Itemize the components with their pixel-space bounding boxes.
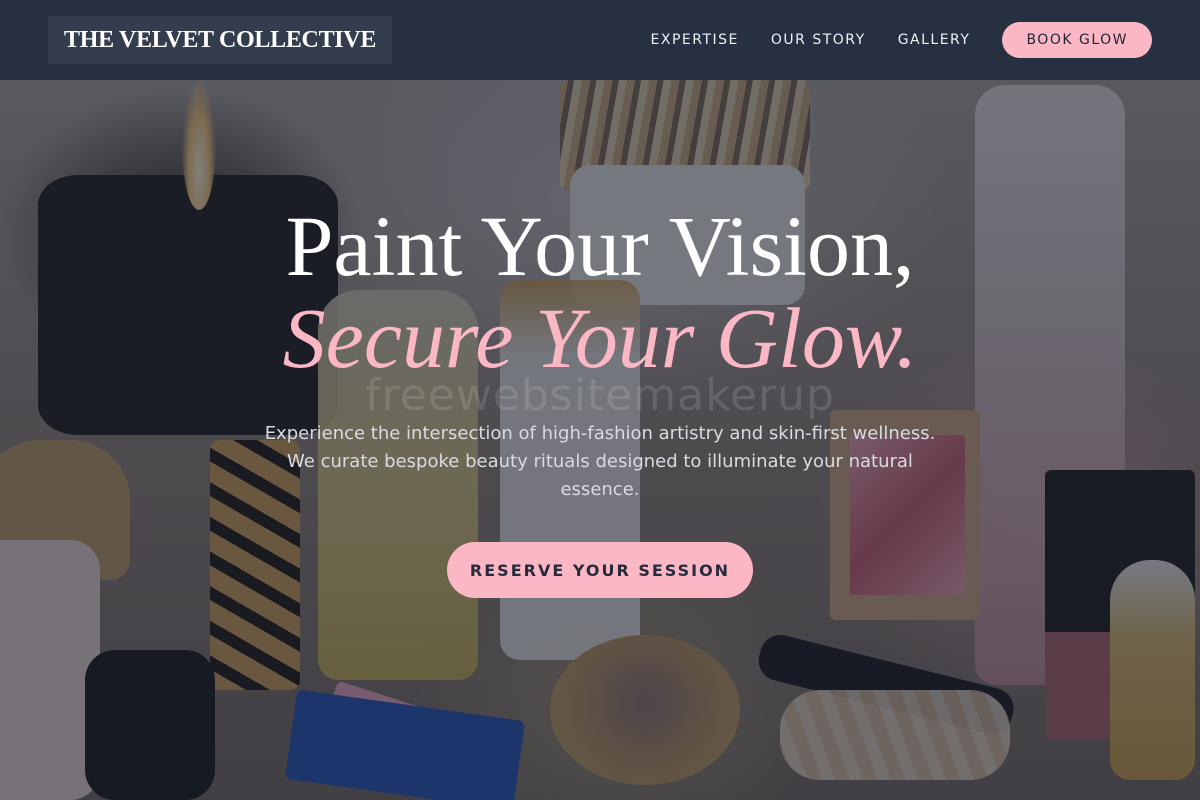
watermark-text: freewebsitemakerup [365, 370, 835, 421]
top-navigation: THE VELVET COLLECTIVE EXPERTISE OUR STOR… [0, 0, 1200, 80]
nav-link-our-story[interactable]: OUR STORY [771, 32, 866, 48]
site-logo[interactable]: THE VELVET COLLECTIVE [48, 16, 393, 64]
reserve-session-button[interactable]: RESERVE YOUR SESSION [447, 542, 753, 598]
book-glow-button[interactable]: BOOK GLOW [1002, 22, 1152, 58]
nav-link-expertise[interactable]: EXPERTISE [651, 32, 739, 48]
hero-headline: Paint Your Vision, Secure Your Glow. [0, 200, 1200, 384]
hero-description: Experience the intersection of high-fash… [264, 423, 936, 500]
headline-line-1: Paint Your Vision, [285, 198, 915, 294]
hero-content: Paint Your Vision, Secure Your Glow. [0, 200, 1200, 384]
nav-links: EXPERTISE OUR STORY GALLERY BOOK GLOW [619, 22, 1152, 58]
nav-link-gallery[interactable]: GALLERY [898, 32, 971, 48]
